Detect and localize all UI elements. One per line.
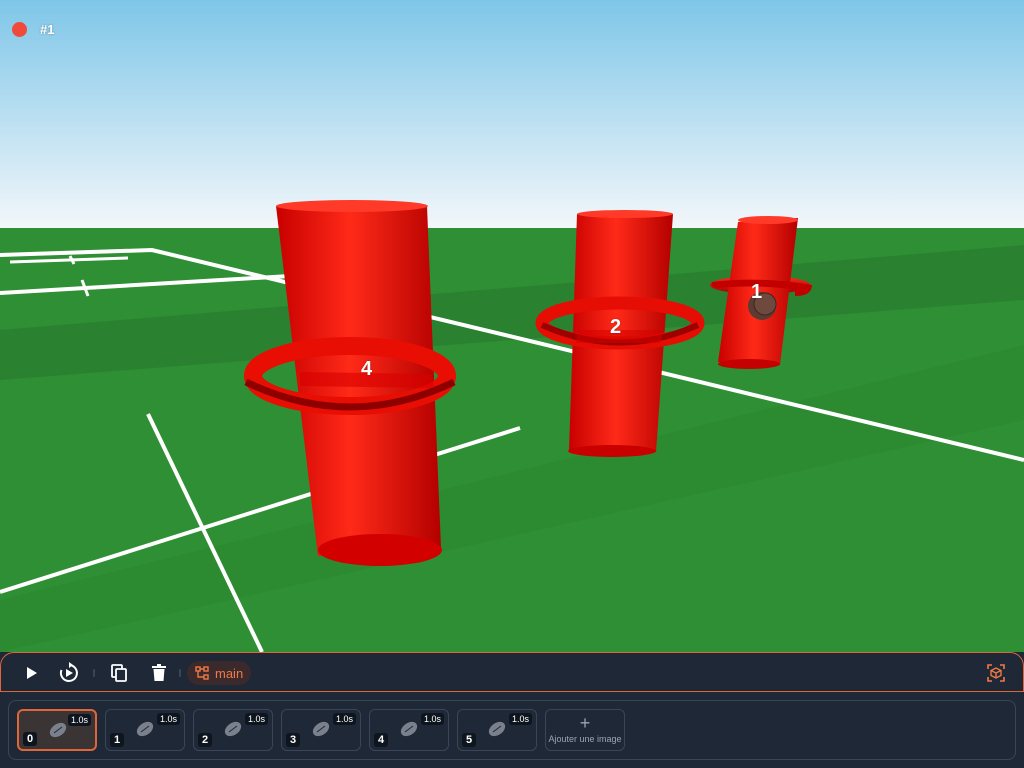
- frame-index: 3: [286, 733, 301, 747]
- rugby-ball-icon: [488, 721, 506, 737]
- copy-icon: [111, 664, 127, 682]
- frame-duration: 1.0s: [156, 713, 180, 725]
- frame-3[interactable]: 1.0s 3: [281, 709, 361, 751]
- frame-duration: 1.0s: [420, 713, 444, 725]
- branch-selector[interactable]: main: [187, 661, 252, 685]
- frame-2[interactable]: 1.0s 2: [193, 709, 273, 751]
- pole-label-4: 4: [361, 358, 373, 380]
- scene-render: [0, 0, 1024, 652]
- plus-icon: +: [579, 713, 591, 733]
- 3d-view-button[interactable]: [984, 661, 1008, 685]
- timeline: 1.0s 0 1.0s 1 1.0s 2 1.0s 3 1.0s 4 1.0s …: [8, 700, 1016, 760]
- frame-duration: 1.0s: [508, 713, 532, 725]
- rugby-ball-icon: [400, 721, 418, 737]
- branch-label: main: [215, 665, 244, 681]
- trash-icon: [152, 664, 166, 681]
- frame-index: 4: [374, 733, 389, 747]
- pole-label-2: 2: [610, 316, 622, 338]
- replay-icon: [59, 662, 78, 682]
- rugby-ball-icon: [136, 721, 154, 737]
- duplicate-button[interactable]: [107, 661, 131, 685]
- record-dot-icon: [12, 22, 27, 37]
- replay-button[interactable]: [57, 661, 81, 685]
- frame-4[interactable]: 1.0s 4: [369, 709, 449, 751]
- rugby-ball-icon: [312, 721, 330, 737]
- rugby-ball-icon: [224, 721, 242, 737]
- sky: [0, 0, 1024, 228]
- recording-label: #1: [40, 22, 55, 37]
- play-button[interactable]: [19, 661, 43, 685]
- add-frame-button[interactable]: + Ajouter une image: [545, 709, 625, 751]
- frame-index: 0: [23, 732, 38, 746]
- add-frame-label: Ajouter une image: [548, 734, 622, 744]
- toolbar-separator: [93, 669, 95, 677]
- recording-indicator: #1: [12, 22, 54, 37]
- frame-duration: 1.0s: [67, 714, 91, 726]
- rugby-ball-icon: [49, 722, 67, 738]
- frame-duration: 1.0s: [332, 713, 356, 725]
- animation-panel: main 1.0s 0 1.0s 1 1.0s 2 1.0s 3 1.0s 4 …: [0, 652, 1024, 768]
- pole-label-1: 1: [751, 281, 763, 303]
- frame-duration: 1.0s: [244, 713, 268, 725]
- frame-index: 5: [462, 733, 477, 747]
- toolbar-separator: [179, 669, 181, 677]
- frame-5[interactable]: 1.0s 5: [457, 709, 537, 751]
- frame-index: 1: [110, 733, 125, 747]
- frame-index: 2: [198, 733, 213, 747]
- toolbar: main: [0, 652, 1024, 692]
- frame-0[interactable]: 1.0s 0: [17, 709, 97, 751]
- play-icon: [27, 667, 37, 679]
- frame-1[interactable]: 1.0s 1: [105, 709, 185, 751]
- branch-icon: [195, 666, 209, 680]
- delete-button[interactable]: [147, 661, 171, 685]
- 3d-view-icon: [987, 664, 1005, 682]
